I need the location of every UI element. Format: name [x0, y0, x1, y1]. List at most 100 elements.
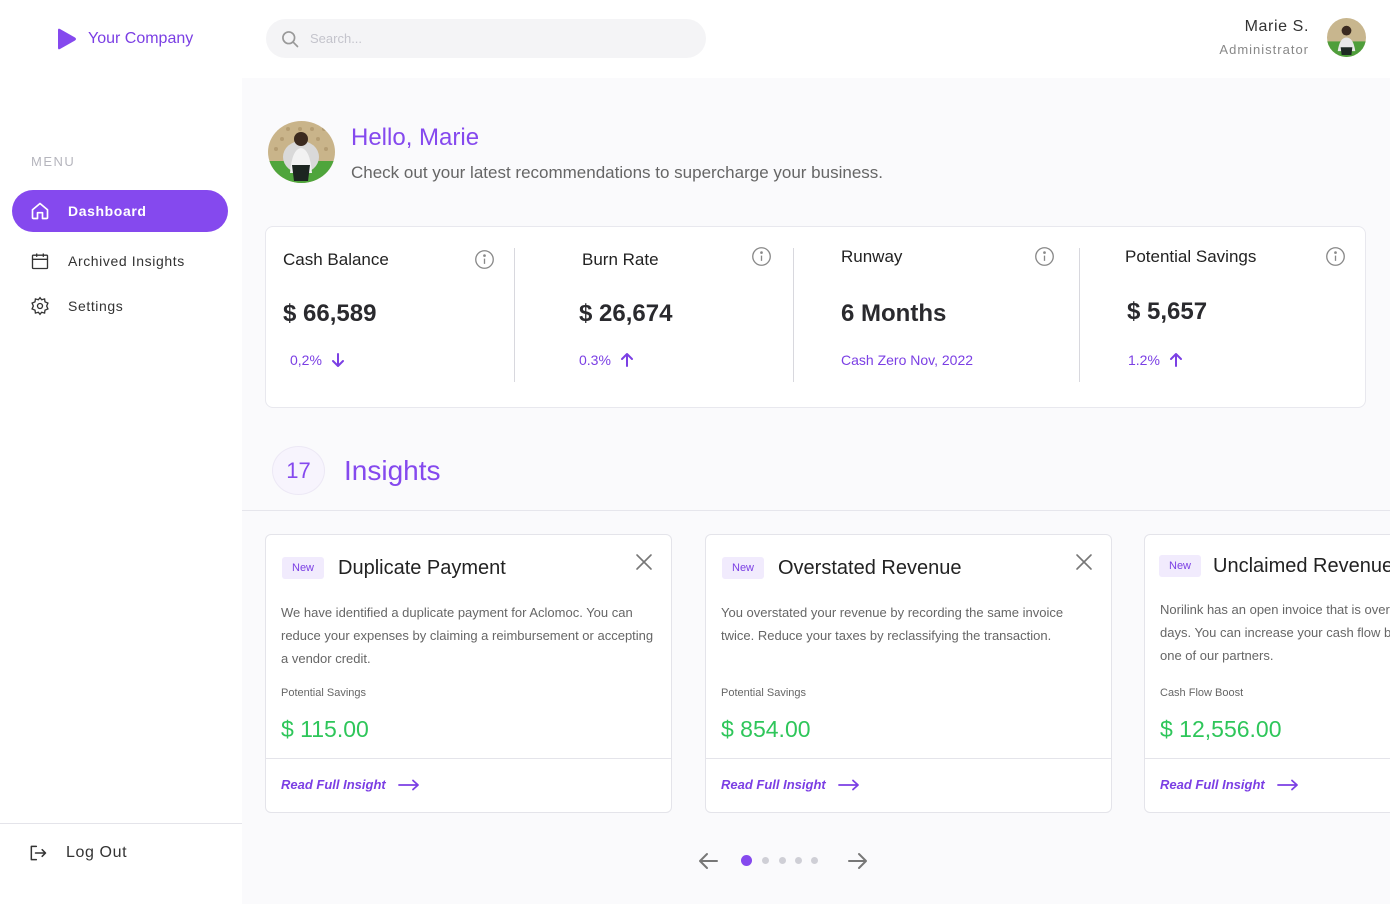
insight-card-overstated-revenue[interactable]: New Overstated Revenue You overstated yo…	[705, 534, 1112, 813]
calendar-icon	[31, 253, 49, 270]
stat-change-text: 0,2%	[290, 352, 322, 368]
stat-change-text: Cash Zero Nov, 2022	[841, 352, 974, 368]
search-icon	[282, 30, 299, 47]
close-icon[interactable]	[635, 553, 653, 571]
pagination-dot-4[interactable]	[795, 857, 802, 864]
pagination-dot-3[interactable]	[779, 857, 786, 864]
avatar[interactable]	[1327, 18, 1366, 57]
read-full-insight-link[interactable]: Read Full Insight	[721, 777, 860, 792]
sidebar-item-dashboard[interactable]: Dashboard	[12, 190, 228, 232]
sidebar: Your Company MENU Dashboard Archived Ins…	[0, 0, 242, 904]
stat-title: Burn Rate	[582, 250, 659, 269]
insight-amount: $ 854.00	[721, 716, 811, 742]
user-name: Marie S.	[1244, 18, 1309, 35]
arrow-left-icon[interactable]	[697, 850, 719, 872]
insights-title: Insights	[344, 455, 441, 486]
greeting-avatar	[268, 121, 335, 183]
info-icon[interactable]	[1034, 246, 1055, 267]
stat-burn-rate: Burn Rate $ 26,674 0.3%	[515, 227, 793, 407]
user-info[interactable]: Marie S. Administrator	[1219, 18, 1309, 57]
insight-metric-label: Potential Savings	[721, 687, 806, 699]
arrow-up-icon	[620, 353, 633, 367]
insights-count: 17	[286, 457, 311, 483]
stat-potential-savings: Potential Savings $ 5,657 1.2%	[1080, 227, 1366, 407]
stat-value: $ 26,674	[579, 300, 673, 327]
stat-change: Cash Zero Nov, 2022	[841, 352, 973, 368]
carousel-pagination	[697, 849, 869, 873]
stat-value: $ 5,657	[1127, 298, 1208, 325]
gear-icon	[31, 296, 49, 316]
arrow-right-icon	[837, 779, 859, 790]
sidebar-item-label: Archived Insights	[68, 253, 185, 269]
insight-card-unclaimed-revenue[interactable]: New Unclaimed Revenue Norilink has an op…	[1144, 534, 1390, 813]
info-icon[interactable]	[474, 249, 495, 270]
sidebar-item-settings[interactable]: Settings	[12, 285, 228, 327]
greeting-title: Hello, Marie	[351, 124, 480, 151]
logout-button[interactable]: Log Out	[28, 843, 127, 863]
stats-card: Cash Balance $ 66,589 0,2% Burn Rate $ 2…	[265, 226, 1366, 408]
menu-label: MENU	[31, 154, 76, 169]
arrow-down-icon	[331, 353, 344, 367]
new-badge: New	[1159, 555, 1202, 577]
greeting-subtitle: Check out your latest recommendations to…	[351, 163, 883, 182]
insight-metric-label: Cash Flow Boost	[1160, 687, 1244, 699]
arrow-right-icon[interactable]	[847, 850, 869, 872]
stat-cash-balance: Cash Balance $ 66,589 0,2%	[266, 227, 514, 407]
insight-description: You overstated your revenue by recording…	[721, 605, 1064, 643]
sidebar-item-label: Dashboard	[68, 203, 147, 219]
pagination-dot-2[interactable]	[762, 857, 769, 864]
stat-title: Runway	[841, 247, 903, 266]
stat-runway: Runway 6 Months Cash Zero Nov, 2022	[794, 227, 1079, 407]
arrow-right-icon	[1276, 779, 1298, 790]
sidebar-item-label: Settings	[68, 298, 124, 314]
read-full-insight-link[interactable]: Read Full Insight	[1160, 777, 1299, 792]
avatar-image	[1327, 18, 1366, 57]
insight-metric-label: Potential Savings	[281, 687, 366, 699]
insight-card-duplicate-payment[interactable]: New Duplicate Payment We have identified…	[265, 534, 672, 813]
insight-title: Duplicate Payment	[338, 557, 506, 579]
pagination-dot-1[interactable]	[741, 855, 752, 866]
top-bar: Marie S. Administrator	[242, 0, 1390, 78]
insight-amount: $ 115.00	[281, 716, 369, 742]
stat-change: 0,2%	[290, 352, 346, 368]
read-link-label: Read Full Insight	[281, 777, 386, 792]
greeting-avatar-image	[268, 121, 335, 183]
stat-value: $ 66,589	[283, 300, 377, 327]
info-icon[interactable]	[1325, 246, 1346, 267]
search-bar[interactable]	[266, 19, 706, 58]
info-icon[interactable]	[751, 246, 772, 267]
read-link-label: Read Full Insight	[721, 777, 826, 792]
stat-change-text: 1.2%	[1128, 352, 1160, 368]
stat-title: Potential Savings	[1125, 247, 1257, 266]
company-name: Your Company	[88, 30, 194, 47]
stat-change-text: 0.3%	[579, 352, 611, 368]
arrow-right-icon	[397, 779, 419, 790]
stat-change: 0.3%	[579, 352, 635, 368]
logout-icon	[30, 845, 47, 861]
card-divider	[706, 758, 1111, 759]
card-divider	[1145, 758, 1390, 759]
stat-change: 1.2%	[1128, 352, 1184, 368]
card-divider	[266, 758, 671, 759]
logout-divider	[0, 823, 242, 824]
play-logo-icon	[58, 28, 76, 50]
insight-description: Norilink has an open invoice that is ove…	[1160, 602, 1390, 663]
arrow-up-icon	[1169, 353, 1182, 367]
read-link-label: Read Full Insight	[1160, 777, 1265, 792]
insights-carousel: New Duplicate Payment We have identified…	[242, 520, 1390, 820]
search-input[interactable]	[310, 31, 690, 46]
stat-value: 6 Months	[841, 300, 947, 327]
insight-amount: $ 12,556.00	[1160, 716, 1282, 742]
pagination-dot-5[interactable]	[811, 857, 818, 864]
logout-label: Log Out	[66, 844, 128, 861]
insights-divider	[242, 510, 1390, 511]
company-logo[interactable]: Your Company	[54, 27, 193, 51]
insight-title: Unclaimed Revenue	[1213, 555, 1390, 577]
read-full-insight-link[interactable]: Read Full Insight	[281, 777, 420, 792]
sidebar-item-archived-insights[interactable]: Archived Insights	[12, 240, 228, 282]
close-icon[interactable]	[1075, 553, 1093, 571]
insight-title: Overstated Revenue	[778, 557, 962, 579]
home-icon	[31, 202, 49, 220]
new-badge: New	[282, 557, 325, 579]
insights-count-badge: 17	[272, 446, 325, 495]
